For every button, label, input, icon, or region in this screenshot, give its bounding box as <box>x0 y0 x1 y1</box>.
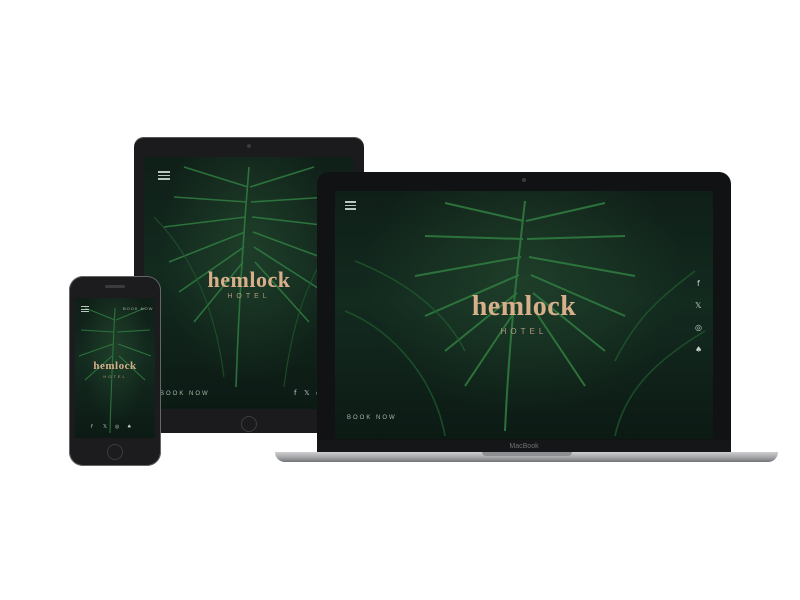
laptop-screen: hemlock HOTEL BOOK NOW f 𝕏 ◎ ♠ <box>335 191 713 439</box>
phone-speaker <box>105 285 125 288</box>
twitter-icon[interactable]: 𝕏 <box>103 424 107 430</box>
instagram-icon[interactable]: ◎ <box>695 323 702 332</box>
laptop-notch <box>482 452 572 456</box>
book-now-link[interactable]: BOOK NOW <box>160 391 210 397</box>
book-now-link-top[interactable]: BOOK NOW <box>123 306 153 311</box>
facebook-icon[interactable]: f <box>91 424 93 430</box>
menu-icon[interactable] <box>345 201 356 212</box>
brand-subtitle: HOTEL <box>500 327 548 336</box>
snapchat-icon[interactable]: ♠ <box>695 345 702 354</box>
facebook-icon[interactable]: f <box>697 279 700 288</box>
home-button-icon[interactable] <box>107 444 123 460</box>
brand-name: hemlock <box>93 360 137 372</box>
camera-icon <box>522 178 526 182</box>
twitter-icon[interactable]: 𝕏 <box>304 389 310 397</box>
book-now-link[interactable]: BOOK NOW <box>347 415 397 421</box>
menu-icon[interactable] <box>81 306 89 314</box>
brand-name: hemlock <box>471 291 577 322</box>
snapchat-icon[interactable]: ♠ <box>127 424 131 430</box>
brand-subtitle: HOTEL <box>103 374 127 379</box>
laptop-device: hemlock HOTEL BOOK NOW f 𝕏 ◎ ♠ <box>317 172 731 454</box>
instagram-icon[interactable]: ◎ <box>115 424 119 430</box>
camera-icon <box>247 144 251 148</box>
menu-icon[interactable] <box>158 171 170 182</box>
home-button-icon[interactable] <box>241 416 257 432</box>
facebook-icon[interactable]: f <box>294 389 296 397</box>
twitter-icon[interactable]: 𝕏 <box>695 301 701 310</box>
phone-screen: BOOK NOW hemlock HOTEL f 𝕏 ◎ ♠ <box>75 298 155 438</box>
phone-device: BOOK NOW hemlock HOTEL f 𝕏 ◎ ♠ <box>69 276 161 466</box>
